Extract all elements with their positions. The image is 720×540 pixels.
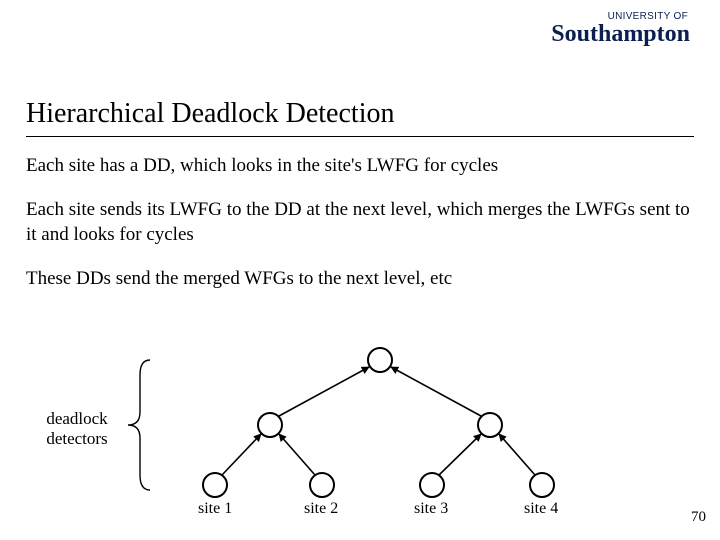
edge-leaf3-midright (439, 434, 481, 475)
node-mid-right (478, 413, 502, 437)
node-leaf-4 (530, 473, 554, 497)
edge-leaf2-midleft (279, 434, 315, 475)
brace (128, 360, 150, 490)
site-4-label: site 4 (524, 500, 558, 518)
site-2-label: site 2 (304, 500, 338, 518)
tree-diagram (0, 0, 720, 540)
page-number: 70 (691, 509, 706, 526)
node-leaf-2 (310, 473, 334, 497)
site-3-label: site 3 (414, 500, 448, 518)
site-1-label: site 1 (198, 500, 232, 518)
node-leaf-1 (203, 473, 227, 497)
edge-midright-root (391, 367, 481, 416)
node-mid-left (258, 413, 282, 437)
edge-midleft-root (279, 367, 369, 416)
edge-leaf4-midright (499, 434, 535, 475)
node-root (368, 348, 392, 372)
edge-leaf1-midleft (222, 434, 261, 475)
node-leaf-3 (420, 473, 444, 497)
tree-nodes (203, 348, 554, 497)
